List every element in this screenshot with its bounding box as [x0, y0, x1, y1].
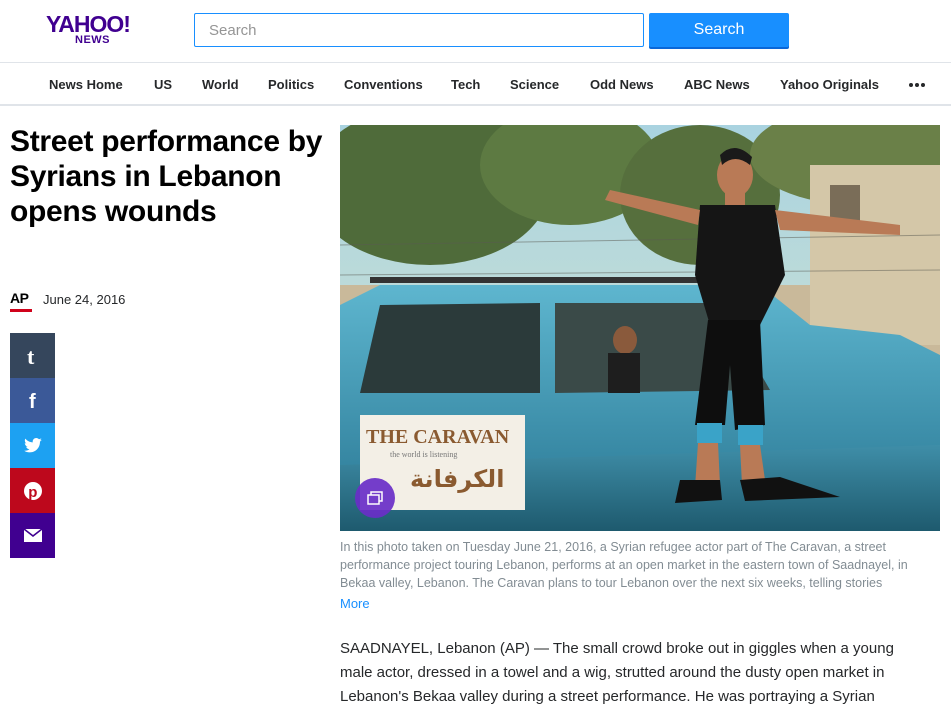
nav-item-us[interactable]: US	[154, 77, 172, 92]
twitter-icon	[23, 437, 42, 452]
svg-text:the world is listening: the world is listening	[390, 450, 457, 459]
share-facebook-button[interactable]: f	[10, 378, 55, 423]
search-input[interactable]	[194, 13, 644, 47]
ap-logo-underline	[10, 309, 32, 312]
article-headline: Street performance by Syrians in Lebanon…	[10, 125, 323, 228]
svg-text:p: p	[28, 484, 37, 501]
facebook-icon: f	[29, 391, 36, 411]
nav-item-tech[interactable]: Tech	[451, 77, 480, 92]
nav-item-odd-news[interactable]: Odd News	[590, 77, 654, 92]
mail-icon	[23, 529, 42, 542]
pinterest-icon: p	[23, 481, 42, 501]
photo-gallery-button[interactable]	[355, 478, 395, 518]
svg-text:THE CARAVAN: THE CARAVAN	[366, 426, 510, 448]
site-header: YAHOO! NEWS Search	[0, 0, 951, 62]
svg-text:الكرفانة: الكرفانة	[410, 465, 504, 493]
share-twitter-button[interactable]	[10, 423, 55, 468]
publish-date: June 24, 2016	[43, 292, 126, 307]
svg-text:t: t	[27, 346, 35, 366]
nav-item-yahoo-originals[interactable]: Yahoo Originals	[780, 77, 879, 92]
nav-item-conventions[interactable]: Conventions	[344, 77, 423, 92]
logo-subtitle: NEWS	[75, 34, 110, 46]
photo-caption: In this photo taken on Tuesday June 21, …	[340, 540, 908, 590]
svg-text:f: f	[29, 391, 36, 411]
article-body: SAADNAYEL, Lebanon (AP) — The small crow…	[340, 640, 894, 705]
yahoo-news-logo[interactable]: YAHOO! NEWS	[46, 11, 142, 47]
ellipsis-icon[interactable]	[906, 75, 928, 95]
nav-item-world[interactable]: World	[202, 77, 239, 92]
nav-item-science[interactable]: Science	[510, 77, 559, 92]
caption-more-link[interactable]: More	[340, 596, 370, 611]
gallery-icon	[367, 491, 383, 505]
ap-logo[interactable]: AP	[10, 290, 29, 306]
tumblr-icon: t	[27, 346, 35, 366]
share-pinterest-button[interactable]: p	[10, 468, 55, 513]
article-photo[interactable]: THE CARAVAN the world is listening الكرف…	[340, 125, 940, 531]
share-tumblr-button[interactable]: t	[10, 333, 55, 378]
search-button[interactable]: Search	[649, 13, 789, 47]
nav-item-abc-news[interactable]: ABC News	[684, 77, 750, 92]
nav-item-politics[interactable]: Politics	[268, 77, 314, 92]
share-email-button[interactable]	[10, 513, 55, 558]
nav-item-news-home[interactable]: News Home	[49, 77, 123, 92]
section-nav: News Home US World Politics Conventions …	[0, 62, 951, 106]
